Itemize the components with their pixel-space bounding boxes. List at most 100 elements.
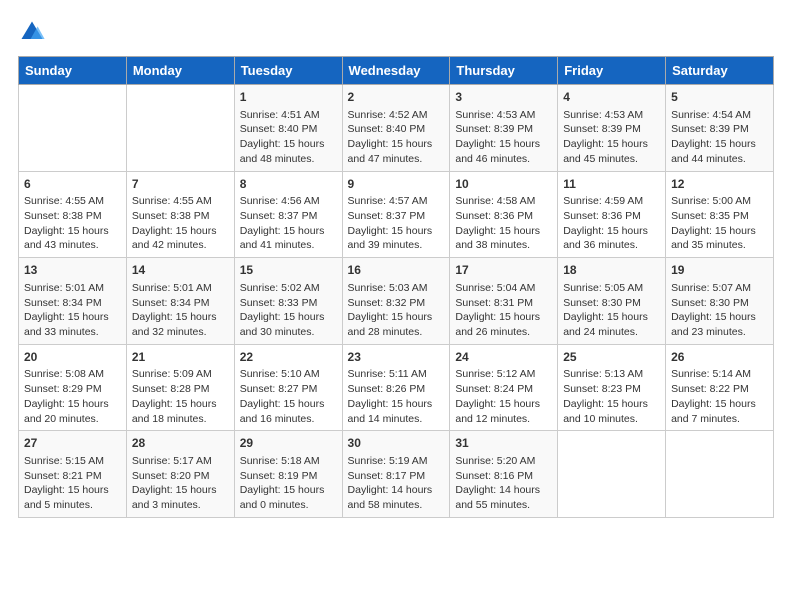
day-number: 5 xyxy=(671,89,768,106)
day-info: Sunrise: 4:59 AM xyxy=(563,194,660,209)
day-number: 14 xyxy=(132,262,229,279)
day-number: 15 xyxy=(240,262,337,279)
day-info: Sunset: 8:35 PM xyxy=(671,209,768,224)
day-info: Daylight: 15 hours and 28 minutes. xyxy=(348,310,445,339)
day-info: Sunset: 8:39 PM xyxy=(671,122,768,137)
day-info: Daylight: 15 hours and 10 minutes. xyxy=(563,397,660,426)
page: SundayMondayTuesdayWednesdayThursdayFrid… xyxy=(0,0,792,612)
day-info: Daylight: 15 hours and 18 minutes. xyxy=(132,397,229,426)
day-info: Sunset: 8:37 PM xyxy=(240,209,337,224)
day-info: Sunrise: 5:01 AM xyxy=(132,281,229,296)
calendar-cell: 30Sunrise: 5:19 AMSunset: 8:17 PMDayligh… xyxy=(342,431,450,518)
day-info: Sunrise: 5:20 AM xyxy=(455,454,552,469)
logo-icon xyxy=(18,18,46,46)
day-info: Daylight: 15 hours and 38 minutes. xyxy=(455,224,552,253)
day-info: Daylight: 15 hours and 42 minutes. xyxy=(132,224,229,253)
day-info: Sunset: 8:36 PM xyxy=(563,209,660,224)
calendar-cell xyxy=(19,85,127,172)
calendar-header-friday: Friday xyxy=(558,57,666,85)
day-info: Sunset: 8:32 PM xyxy=(348,296,445,311)
day-info: Sunrise: 5:17 AM xyxy=(132,454,229,469)
day-info: Sunrise: 5:19 AM xyxy=(348,454,445,469)
day-info: Sunrise: 5:08 AM xyxy=(24,367,121,382)
calendar-week-row: 13Sunrise: 5:01 AMSunset: 8:34 PMDayligh… xyxy=(19,258,774,345)
calendar-cell: 12Sunrise: 5:00 AMSunset: 8:35 PMDayligh… xyxy=(666,171,774,258)
calendar-cell: 7Sunrise: 4:55 AMSunset: 8:38 PMDaylight… xyxy=(126,171,234,258)
calendar-header-thursday: Thursday xyxy=(450,57,558,85)
day-info: Sunrise: 4:52 AM xyxy=(348,108,445,123)
day-info: Daylight: 15 hours and 0 minutes. xyxy=(240,483,337,512)
day-info: Sunset: 8:24 PM xyxy=(455,382,552,397)
day-info: Sunset: 8:40 PM xyxy=(240,122,337,137)
logo xyxy=(18,18,50,46)
calendar-cell: 4Sunrise: 4:53 AMSunset: 8:39 PMDaylight… xyxy=(558,85,666,172)
day-info: Sunset: 8:33 PM xyxy=(240,296,337,311)
day-info: Sunset: 8:31 PM xyxy=(455,296,552,311)
day-number: 21 xyxy=(132,349,229,366)
calendar-cell xyxy=(558,431,666,518)
day-number: 8 xyxy=(240,176,337,193)
day-number: 19 xyxy=(671,262,768,279)
day-info: Sunset: 8:28 PM xyxy=(132,382,229,397)
calendar-cell xyxy=(126,85,234,172)
day-info: Daylight: 15 hours and 36 minutes. xyxy=(563,224,660,253)
day-number: 4 xyxy=(563,89,660,106)
day-info: Sunrise: 5:14 AM xyxy=(671,367,768,382)
day-info: Sunset: 8:21 PM xyxy=(24,469,121,484)
calendar-cell: 18Sunrise: 5:05 AMSunset: 8:30 PMDayligh… xyxy=(558,258,666,345)
day-info: Sunrise: 5:05 AM xyxy=(563,281,660,296)
calendar-cell: 6Sunrise: 4:55 AMSunset: 8:38 PMDaylight… xyxy=(19,171,127,258)
day-info: Sunrise: 5:04 AM xyxy=(455,281,552,296)
day-number: 2 xyxy=(348,89,445,106)
calendar-header-monday: Monday xyxy=(126,57,234,85)
calendar-cell: 29Sunrise: 5:18 AMSunset: 8:19 PMDayligh… xyxy=(234,431,342,518)
day-info: Sunset: 8:38 PM xyxy=(132,209,229,224)
calendar-cell: 16Sunrise: 5:03 AMSunset: 8:32 PMDayligh… xyxy=(342,258,450,345)
calendar-cell: 11Sunrise: 4:59 AMSunset: 8:36 PMDayligh… xyxy=(558,171,666,258)
day-number: 29 xyxy=(240,435,337,452)
day-number: 27 xyxy=(24,435,121,452)
day-info: Sunset: 8:38 PM xyxy=(24,209,121,224)
day-info: Sunrise: 5:12 AM xyxy=(455,367,552,382)
day-number: 22 xyxy=(240,349,337,366)
day-number: 17 xyxy=(455,262,552,279)
day-number: 12 xyxy=(671,176,768,193)
day-info: Daylight: 15 hours and 7 minutes. xyxy=(671,397,768,426)
calendar-cell: 28Sunrise: 5:17 AMSunset: 8:20 PMDayligh… xyxy=(126,431,234,518)
day-info: Daylight: 15 hours and 45 minutes. xyxy=(563,137,660,166)
day-info: Daylight: 15 hours and 44 minutes. xyxy=(671,137,768,166)
calendar-cell: 19Sunrise: 5:07 AMSunset: 8:30 PMDayligh… xyxy=(666,258,774,345)
calendar-cell: 17Sunrise: 5:04 AMSunset: 8:31 PMDayligh… xyxy=(450,258,558,345)
day-info: Sunset: 8:39 PM xyxy=(563,122,660,137)
calendar-header-saturday: Saturday xyxy=(666,57,774,85)
calendar-cell: 21Sunrise: 5:09 AMSunset: 8:28 PMDayligh… xyxy=(126,344,234,431)
day-info: Daylight: 15 hours and 5 minutes. xyxy=(24,483,121,512)
day-info: Sunset: 8:20 PM xyxy=(132,469,229,484)
day-info: Sunset: 8:39 PM xyxy=(455,122,552,137)
calendar-cell: 26Sunrise: 5:14 AMSunset: 8:22 PMDayligh… xyxy=(666,344,774,431)
day-info: Daylight: 15 hours and 46 minutes. xyxy=(455,137,552,166)
day-info: Sunset: 8:37 PM xyxy=(348,209,445,224)
day-info: Sunrise: 5:03 AM xyxy=(348,281,445,296)
calendar-cell: 24Sunrise: 5:12 AMSunset: 8:24 PMDayligh… xyxy=(450,344,558,431)
calendar-header-row: SundayMondayTuesdayWednesdayThursdayFrid… xyxy=(19,57,774,85)
day-info: Daylight: 15 hours and 12 minutes. xyxy=(455,397,552,426)
calendar-cell: 13Sunrise: 5:01 AMSunset: 8:34 PMDayligh… xyxy=(19,258,127,345)
day-info: Sunset: 8:16 PM xyxy=(455,469,552,484)
day-number: 6 xyxy=(24,176,121,193)
day-info: Daylight: 15 hours and 32 minutes. xyxy=(132,310,229,339)
calendar-header-sunday: Sunday xyxy=(19,57,127,85)
calendar-cell: 1Sunrise: 4:51 AMSunset: 8:40 PMDaylight… xyxy=(234,85,342,172)
day-info: Sunset: 8:17 PM xyxy=(348,469,445,484)
day-info: Sunrise: 4:54 AM xyxy=(671,108,768,123)
calendar-week-row: 20Sunrise: 5:08 AMSunset: 8:29 PMDayligh… xyxy=(19,344,774,431)
day-number: 11 xyxy=(563,176,660,193)
calendar-header-tuesday: Tuesday xyxy=(234,57,342,85)
day-info: Sunrise: 5:13 AM xyxy=(563,367,660,382)
day-info: Daylight: 15 hours and 3 minutes. xyxy=(132,483,229,512)
day-info: Sunset: 8:36 PM xyxy=(455,209,552,224)
day-info: Sunset: 8:34 PM xyxy=(132,296,229,311)
day-info: Sunrise: 5:15 AM xyxy=(24,454,121,469)
day-info: Sunrise: 5:10 AM xyxy=(240,367,337,382)
calendar-cell: 31Sunrise: 5:20 AMSunset: 8:16 PMDayligh… xyxy=(450,431,558,518)
